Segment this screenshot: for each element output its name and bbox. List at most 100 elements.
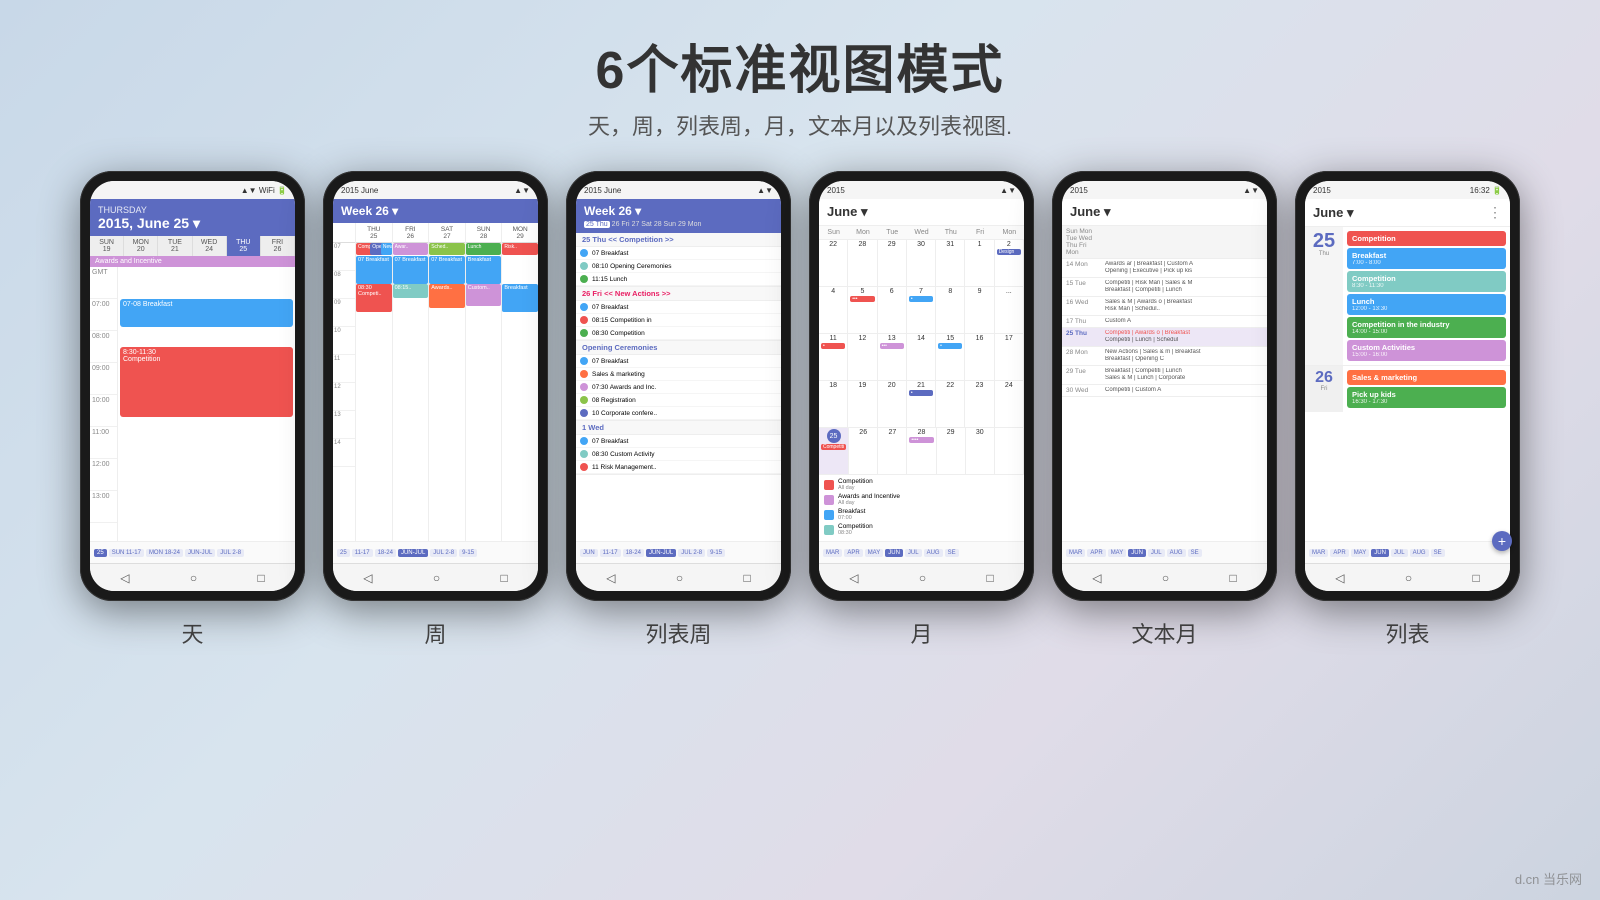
week-ev-sched: Sched..	[429, 243, 465, 255]
week-ev-new: New	[381, 243, 392, 255]
lw-cal-strip: JUN 11-17 18-24 JUN-JUL JUL 2-8 9-15	[576, 541, 781, 563]
week-ev-awards2: Awards..	[429, 284, 465, 308]
day-nav: SUN19 MON20 TUE21 WED24 THU25 FRI26	[90, 236, 295, 256]
day-time-col: GMT 07:00 08:00 09:00 10:00 11:00 12:00 …	[90, 267, 118, 541]
home-btn-week[interactable]: ○	[433, 571, 440, 585]
label-textmonth: 文本月	[1131, 617, 1197, 649]
list-content: 25 Thu Competition Breakfast 7:00 - 8:00	[1305, 227, 1510, 541]
list-ev-pickup: Pick up kids 16:30 - 17:30	[1347, 387, 1506, 408]
phone-frame-month: 2015 ▲▼ June ▾ Sun Mon Tue Wed Thu Fri M…	[809, 171, 1034, 601]
screen-listweek: 2015 June ▲▼ Week 26 ▾ 25 Thu 26 Fri 27 …	[576, 181, 781, 591]
list-date-25: 25	[1313, 231, 1335, 251]
week-ev-bfst5: Breakfast	[502, 284, 538, 312]
home-btn-month[interactable]: ○	[919, 571, 926, 585]
watermark: d.cn 当乐网	[1515, 869, 1582, 888]
screen-list: 2015 16:32 🔋 June ▾ ⋮ 25 Thu	[1305, 181, 1510, 591]
list-group-25: 25 Thu Competition Breakfast 7:00 - 8:00	[1305, 227, 1510, 365]
lw-title: Week 26 ▾	[584, 204, 773, 218]
month-legend: CompetitionAll day Awards and IncentiveA…	[819, 474, 1024, 541]
month-row-1: 22 28 29 30 31 1 2Design	[819, 239, 1024, 286]
list-menu-icon[interactable]: ⋮	[1488, 204, 1502, 221]
tm-title: June ▾	[1070, 204, 1259, 220]
phone-month: 2015 ▲▼ June ▾ Sun Mon Tue Wed Thu Fri M…	[809, 171, 1034, 649]
list-group-26: 26 Fri Sales & marketing Pick up kids 16…	[1305, 365, 1510, 412]
week-col-mon: MON29 Risk.. Breakfast	[501, 223, 538, 541]
menu-btn[interactable]: □	[258, 571, 265, 585]
day-allday-event: Awards and Incentive	[90, 256, 295, 267]
list-ev-competition-allday: Competition	[1347, 231, 1506, 246]
menu-btn-week[interactable]: □	[501, 571, 508, 585]
list-ev-comp-industry: Competition in the industry 14:00 - 15:0…	[1347, 317, 1506, 338]
week-ev-bfst4: Breakfast	[466, 256, 502, 284]
week-ev-comp3: 08:15..	[393, 284, 429, 298]
phone-frame-week: 2015 June ▲▼ Week 26 ▾ 07 08 09 10 11 12	[323, 171, 548, 601]
screen-textmonth: 2015 ▲▼ June ▾ Sun Mon Tue Wed Thu Fri M…	[1062, 181, 1267, 591]
status-bar-lw: 2015 June ▲▼	[576, 181, 781, 199]
subtitle: 天，周，列表周，月，文本月以及列表视图.	[0, 109, 1600, 141]
day-event-breakfast: 07-08 Breakfast	[120, 299, 293, 327]
back-btn-month[interactable]: ◁	[849, 571, 858, 585]
day-events-area: GMT 07:00 08:00 09:00 10:00 11:00 12:00 …	[90, 267, 295, 541]
back-btn-list[interactable]: ◁	[1335, 571, 1344, 585]
label-week: 周	[424, 617, 446, 649]
back-btn[interactable]: ◁	[120, 571, 129, 585]
list-ev-competition-830: Competition 8:30 - 11:30	[1347, 271, 1506, 292]
menu-btn-lw[interactable]: □	[744, 571, 751, 585]
week-col-sun: SUN28 Lunch Breakfast Custom..	[465, 223, 502, 541]
phone-frame-textmonth: 2015 ▲▼ June ▾ Sun Mon Tue Wed Thu Fri M…	[1052, 171, 1277, 601]
list-ev-lunch: Lunch 12:00 - 13:30	[1347, 294, 1506, 315]
lw-content: 25 Thu << Competition >> 07 Breakfast 08…	[576, 233, 781, 541]
week-ev-risk: Risk..	[502, 243, 538, 255]
month-title: June ▾	[827, 204, 1016, 220]
week-days: THU25 Comp.. Open New 07 Breakfast 08:30…	[355, 223, 538, 541]
phone-frame-list: 2015 16:32 🔋 June ▾ ⋮ 25 Thu	[1295, 171, 1520, 601]
status-bar-list: 2015 16:32 🔋	[1305, 181, 1510, 199]
back-btn-tm[interactable]: ◁	[1092, 571, 1101, 585]
menu-btn-list[interactable]: □	[1473, 571, 1480, 585]
lw-day-thu: 25 Thu << Competition >> 07 Breakfast 08…	[576, 233, 781, 287]
week-ev-lunch1: Lunch	[466, 243, 502, 255]
screen-week: 2015 June ▲▼ Week 26 ▾ 07 08 09 10 11 12	[333, 181, 538, 591]
home-btn-list[interactable]: ○	[1405, 571, 1412, 585]
week-cal-strip: 25 11-17 18-24 JUN-JUL JUL 2-8 9-15	[333, 541, 538, 563]
label-day: 天	[181, 617, 203, 649]
month-cal-strip: MAR APR MAY JUN JUL AUG SE	[819, 541, 1024, 563]
phone-frame-day: ▲▼ WiFi 🔋 THURSDAY 2015, June 25 ▾ SUN19…	[80, 171, 305, 601]
label-listweek: 列表周	[645, 617, 711, 649]
week-col-fri: FRI26 Awar.. 07 Breakfast 08:15..	[392, 223, 429, 541]
home-btn-tm[interactable]: ○	[1162, 571, 1169, 585]
month-phone-bottom: ◁ ○ □	[819, 563, 1024, 591]
week-ev-bfst1: 07 Breakfast	[356, 256, 392, 284]
day-events-col: 07-08 Breakfast 8:30-11:30Competition	[118, 267, 295, 541]
week-app-header: Week 26 ▾	[333, 199, 538, 223]
status-bar-month: 2015 ▲▼	[819, 181, 1024, 199]
lw-phone-bottom: ◁ ○ □	[576, 563, 781, 591]
phones-container: ▲▼ WiFi 🔋 THURSDAY 2015, June 25 ▾ SUN19…	[0, 171, 1600, 649]
screen-day: ▲▼ WiFi 🔋 THURSDAY 2015, June 25 ▾ SUN19…	[90, 181, 295, 591]
list-cal-strip: MAR APR MAY JUN JUL AUG SE	[1305, 541, 1510, 563]
tm-phone-bottom: ◁ ○ □	[1062, 563, 1267, 591]
menu-btn-month[interactable]: □	[987, 571, 994, 585]
tm-app-header: June ▾	[1062, 199, 1267, 226]
week-ev-bfst2: 07 Breakfast	[393, 256, 429, 284]
week-col-thu: THU25 Comp.. Open New 07 Breakfast 08:30…	[355, 223, 392, 541]
lw-app-header: Week 26 ▾ 25 Thu 26 Fri 27 Sat 28 Sun 29…	[576, 199, 781, 233]
label-month: 月	[910, 617, 932, 649]
phone-day: ▲▼ WiFi 🔋 THURSDAY 2015, June 25 ▾ SUN19…	[80, 171, 305, 649]
fab-add[interactable]: +	[1492, 531, 1510, 551]
lw-day-fri: 26 Fri << New Actions >> 07 Breakfast 08…	[576, 287, 781, 341]
menu-btn-tm[interactable]: □	[1230, 571, 1237, 585]
month-grid: Sun Mon Tue Wed Thu Fri Mon 22 28 29 30	[819, 226, 1024, 474]
back-btn-week[interactable]: ◁	[363, 571, 372, 585]
home-btn-lw[interactable]: ○	[676, 571, 683, 585]
home-btn[interactable]: ○	[190, 571, 197, 585]
back-btn-lw[interactable]: ◁	[606, 571, 615, 585]
day-view-type: THURSDAY	[98, 205, 287, 215]
week-phone-bottom: ◁ ○ □	[333, 563, 538, 591]
week-grid: 07 08 09 10 11 12 13 14 THU25 Comp.. Op	[333, 223, 538, 541]
list-ev-breakfast: Breakfast 7:00 - 8:00	[1347, 248, 1506, 269]
month-row-4: 18 19 20 21• 22 23 24	[819, 380, 1024, 427]
screen-month: 2015 ▲▼ June ▾ Sun Mon Tue Wed Thu Fri M…	[819, 181, 1024, 591]
status-bar-week: 2015 June ▲▼	[333, 181, 538, 199]
phone-list: 2015 16:32 🔋 June ▾ ⋮ 25 Thu	[1295, 171, 1520, 649]
